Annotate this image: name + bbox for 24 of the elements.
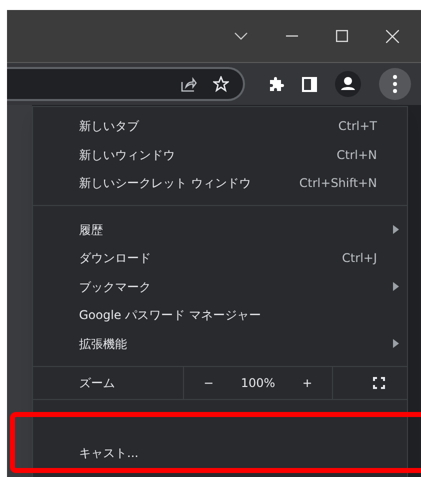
menu-button[interactable] [379, 68, 411, 100]
menu-item[interactable]: キャスト... [33, 438, 407, 467]
star-icon[interactable] [213, 76, 229, 92]
menu-item[interactable]: ダウンロード Ctrl+J [33, 244, 407, 272]
menu-item[interactable]: 新しいシークレット ウィンドウ Ctrl+Shift+N [33, 169, 407, 198]
menu-item[interactable]: 拡張機能 [33, 330, 407, 358]
menu-item[interactable]: 履歴 [33, 216, 407, 244]
profile-icon[interactable] [335, 71, 361, 97]
zoom-in-button[interactable]: + [282, 374, 332, 392]
menu-item[interactable]: Google パスワード マネージャー [33, 301, 407, 330]
close-icon[interactable] [386, 30, 399, 42]
menu-item[interactable]: ブックマーク [33, 272, 407, 301]
chevron-down-icon[interactable] [234, 32, 248, 40]
puzzle-icon[interactable] [268, 76, 284, 92]
fullscreen-icon[interactable] [373, 377, 385, 389]
zoom-level: 100% [240, 375, 276, 392]
zoom-out-button[interactable]: − [184, 374, 234, 392]
share-icon[interactable] [181, 76, 197, 92]
menu-item[interactable]: 新しいタブ Ctrl+T [33, 112, 407, 140]
maximize-icon[interactable] [336, 30, 348, 42]
menu-item[interactable]: 新しいウィンドウ Ctrl+N [33, 140, 407, 169]
zoom-label: ズーム [78, 375, 116, 392]
side-panel-icon[interactable] [302, 76, 317, 92]
minimize-icon[interactable] [286, 35, 298, 37]
